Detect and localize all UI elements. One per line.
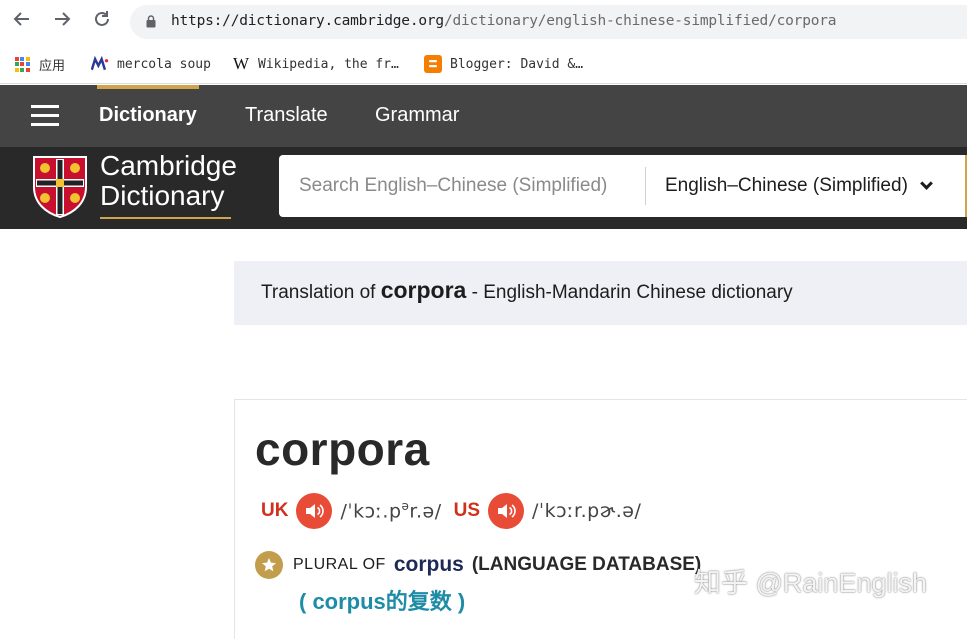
plural-of-label: PLURAL OF bbox=[293, 556, 386, 573]
brand-bar: Cambridge Dictionary Search English–Chin… bbox=[0, 147, 967, 229]
speaker-icon bbox=[306, 504, 325, 518]
hamburger-menu-icon[interactable] bbox=[31, 105, 59, 127]
brand-line-1: Cambridge bbox=[100, 150, 237, 181]
back-arrow-icon[interactable] bbox=[8, 8, 36, 36]
translation-word: corpora bbox=[380, 277, 467, 303]
reload-icon[interactable] bbox=[88, 8, 116, 36]
translation-prefix: Translation of bbox=[261, 282, 381, 303]
bookmark-label: 应用 bbox=[39, 58, 66, 74]
url-domain: https://dictionary.cambridge.org bbox=[171, 13, 444, 29]
top-navigation: Dictionary Translate Grammar bbox=[0, 85, 967, 147]
uk-audio-button[interactable] bbox=[296, 493, 333, 529]
wikipedia-icon: W bbox=[232, 54, 250, 73]
translation-title: Translation of corpora - English-Mandari… bbox=[261, 277, 793, 304]
mercola-icon bbox=[91, 55, 109, 73]
bookmark-blogger[interactable]: Blogger: David &… bbox=[424, 54, 583, 74]
headword: corpora bbox=[255, 423, 430, 475]
entry-card: corpora UK /ˈkɔː.pər.ə/ US /ˈkɔːr.pɚ.ə/ … bbox=[234, 399, 967, 639]
brand-line-2: Dictionary bbox=[100, 180, 225, 211]
lock-icon bbox=[146, 15, 156, 28]
bookmark-wikipedia[interactable]: W Wikipedia, the fr… bbox=[232, 54, 399, 74]
bookmark-label: Wikipedia, the fr… bbox=[258, 56, 399, 72]
definition-row: PLURAL OF corpus (LANGUAGE DATABASE) bbox=[255, 551, 701, 579]
brand-underline bbox=[100, 217, 231, 219]
uk-ipa-part-2: r.ə/ bbox=[409, 500, 442, 523]
tab-grammar[interactable]: Grammar bbox=[375, 104, 459, 127]
address-bar[interactable]: https://dictionary.cambridge.org/diction… bbox=[130, 5, 967, 39]
chevron-down-icon bbox=[920, 177, 933, 190]
translation-suffix: - English-Mandarin Chinese dictionary bbox=[466, 282, 793, 303]
blogger-icon bbox=[424, 55, 442, 73]
language-select[interactable]: English–Chinese (Simplified) bbox=[665, 175, 933, 197]
apps-grid-icon bbox=[13, 55, 31, 73]
bookmark-mercola[interactable]: mercola soup bbox=[91, 54, 211, 74]
browser-toolbar: https://dictionary.cambridge.org/diction… bbox=[0, 0, 967, 44]
pronunciation-row: UK /ˈkɔː.pər.ə/ US /ˈkɔːr.pɚ.ə/ bbox=[261, 493, 653, 529]
chinese-translation: ( corpus的复数 ) bbox=[299, 589, 466, 614]
star-icon[interactable] bbox=[255, 551, 283, 579]
guide-word: (LANGUAGE DATABASE) bbox=[471, 554, 702, 575]
search-input[interactable]: Search English–Chinese (Simplified) bbox=[299, 175, 607, 197]
bookmark-label: mercola soup bbox=[117, 56, 211, 72]
us-audio-button[interactable] bbox=[488, 493, 525, 529]
watermark: 知乎 @RainEnglish bbox=[694, 568, 927, 598]
uk-label: UK bbox=[261, 500, 289, 521]
speaker-icon bbox=[498, 504, 516, 518]
uk-ipa-part-1: /ˈkɔː.p bbox=[340, 500, 402, 523]
forward-arrow-icon[interactable] bbox=[48, 8, 76, 36]
us-label: US bbox=[453, 500, 481, 521]
brand-wordmark[interactable]: Cambridge Dictionary bbox=[100, 151, 237, 211]
url-path: /dictionary/english-chinese-simplified/c… bbox=[443, 13, 837, 29]
us-ipa: /ˈkɔːr.pɚ.ə/ bbox=[532, 500, 642, 522]
url-text[interactable]: https://dictionary.cambridge.org/diction… bbox=[171, 13, 837, 29]
plural-word-link[interactable]: corpus bbox=[394, 553, 464, 577]
search-box: Search English–Chinese (Simplified) Engl… bbox=[279, 155, 967, 217]
bookmark-apps[interactable]: 应用 bbox=[13, 54, 65, 74]
bookmarks-bar: 应用 mercola soup W Wikipedia, the fr… Blo… bbox=[0, 44, 967, 84]
tab-dictionary[interactable]: Dictionary bbox=[99, 104, 197, 127]
translation-header: Translation of corpora - English-Mandari… bbox=[234, 261, 967, 325]
bookmark-label: Blogger: David &… bbox=[450, 56, 584, 72]
language-select-label: English–Chinese (Simplified) bbox=[665, 175, 908, 196]
tab-translate[interactable]: Translate bbox=[245, 104, 328, 127]
uk-ipa: /ˈkɔː.pər.ə/ bbox=[340, 499, 441, 522]
cambridge-crest-logo[interactable] bbox=[32, 155, 88, 219]
search-divider bbox=[645, 167, 646, 205]
active-tab-indicator bbox=[97, 85, 199, 89]
